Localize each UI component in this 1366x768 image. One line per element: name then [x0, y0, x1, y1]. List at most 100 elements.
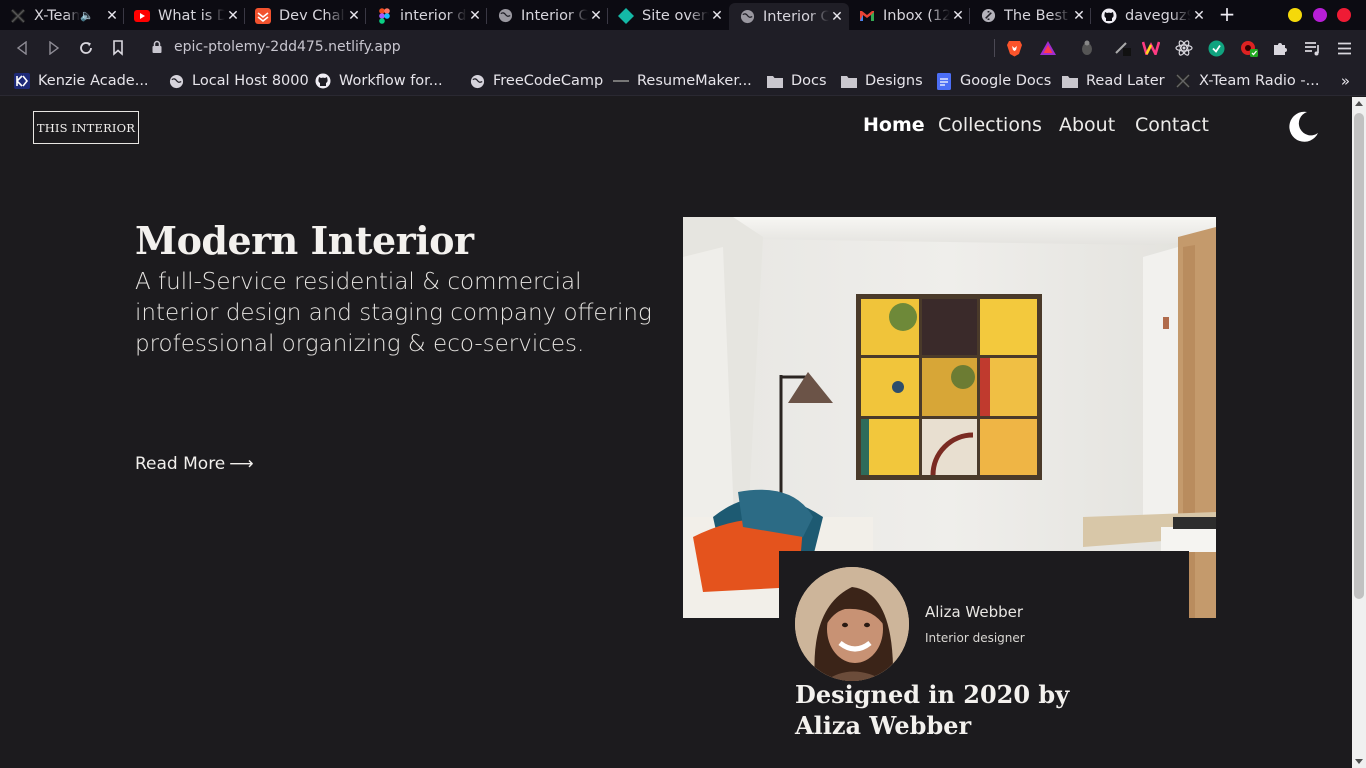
figma-icon [376, 7, 392, 24]
bookmark-label: Workflow for... [339, 73, 443, 89]
menu-icon[interactable] [1335, 39, 1353, 57]
address-bar[interactable]: epic-ptolemy-2dd475.netlify.app [150, 39, 401, 55]
close-icon[interactable]: ✕ [467, 8, 483, 24]
google-docs-icon [936, 72, 952, 90]
folder-icon [841, 73, 857, 89]
window-maximize-button[interactable] [1313, 8, 1327, 22]
folder-icon [1062, 73, 1078, 89]
bookmark-label: Docs [791, 73, 827, 89]
close-icon[interactable]: ✕ [950, 8, 966, 24]
github-icon [315, 73, 331, 89]
browser-tab[interactable]: Site overv ✕ [608, 3, 729, 28]
globe-icon [497, 8, 513, 24]
window-close-button[interactable] [1337, 8, 1351, 22]
tab-title: Interior C [763, 8, 829, 25]
back-button[interactable] [12, 38, 32, 58]
extension-icon[interactable] [1240, 39, 1258, 57]
kenzie-icon [14, 73, 30, 89]
react-devtools-icon[interactable] [1175, 39, 1193, 57]
netlify-icon [618, 7, 634, 24]
extension-icon[interactable] [1207, 39, 1225, 57]
designer-role: Interior designer [925, 631, 1025, 645]
gmail-icon [859, 8, 875, 24]
bookmark-folder[interactable]: Designs [841, 72, 923, 90]
tab-title: Dev Chall [279, 7, 346, 24]
extension-icon[interactable] [1078, 39, 1096, 57]
page-scrollbar[interactable] [1352, 97, 1366, 768]
close-icon[interactable]: ✕ [104, 8, 120, 24]
window-minimize-button[interactable] [1288, 8, 1302, 22]
brave-rewards-icon[interactable] [1039, 39, 1057, 57]
bookmark-label: Read Later [1086, 73, 1165, 89]
browser-tab[interactable]: The Best ✕ [970, 3, 1091, 28]
design-caption: Designed in 2020 by Aliza Webber [795, 680, 1070, 740]
resume-icon [613, 73, 629, 89]
moon-icon[interactable] [1285, 109, 1321, 145]
bookmark-label: Local Host 8000 [192, 73, 309, 89]
browser-tab[interactable]: Dev Chall ✕ [245, 3, 366, 28]
nav-contact[interactable]: Contact [1135, 114, 1209, 136]
hero-title: Modern Interior [135, 218, 474, 263]
browser-tab[interactable]: X-Team 🔈 ✕ [0, 3, 124, 28]
browser-tab[interactable]: What is D ✕ [124, 3, 245, 28]
tab-title: Inbox (12 [883, 7, 950, 24]
read-more-link[interactable]: Read More ⟶ [135, 454, 254, 474]
youtube-icon [134, 8, 150, 24]
extension-icon[interactable] [1114, 39, 1132, 57]
designer-avatar [795, 567, 909, 681]
read-more-label: Read More [135, 454, 226, 474]
more-bookmarks-icon[interactable]: » [1341, 72, 1350, 90]
bookmark-item[interactable]: ResumeMaker... [613, 72, 752, 90]
new-tab-button[interactable]: + [1216, 3, 1238, 27]
nav-about[interactable]: About [1059, 114, 1115, 136]
browser-toolbar: epic-ptolemy-2dd475.netlify.app [0, 30, 1366, 66]
tab-title: The Best [1004, 7, 1068, 24]
close-icon[interactable]: ✕ [709, 8, 725, 24]
brave-shields-icon[interactable] [1005, 39, 1023, 57]
nav-home[interactable]: Home [863, 114, 925, 136]
media-playlist-icon[interactable] [1303, 39, 1321, 57]
arrow-right-icon: ⟶ [229, 454, 254, 474]
bookmark-label: Google Docs [960, 73, 1052, 89]
nav-collections[interactable]: Collections [938, 114, 1042, 136]
bookmark-item[interactable]: Kenzie Acade... [14, 72, 149, 90]
bookmark-icon[interactable] [108, 38, 128, 58]
close-icon[interactable]: ✕ [829, 9, 845, 25]
audio-icon[interactable]: 🔈 [80, 9, 94, 22]
bookmark-label: FreeCodeCamp [493, 73, 604, 89]
devchallenges-icon [255, 7, 271, 24]
forward-button[interactable] [44, 38, 64, 58]
bookmark-folder[interactable]: Read Later [1062, 72, 1165, 90]
close-icon[interactable]: ✕ [225, 8, 241, 24]
close-icon[interactable]: ✕ [346, 8, 362, 24]
close-icon[interactable]: ✕ [588, 8, 604, 24]
bookmark-item[interactable]: Local Host 8000 [168, 72, 309, 90]
scroll-up-icon[interactable] [1355, 101, 1363, 106]
tab-title: Site overv [642, 7, 709, 24]
bookmark-item[interactable]: FreeCodeCamp [469, 72, 603, 90]
bookmark-item[interactable]: Google Docs [936, 72, 1051, 90]
designer-card: Aliza Webber Interior designer Designed … [779, 551, 1189, 768]
site-logo[interactable]: THIS INTERIOR [33, 111, 139, 144]
browser-tab-strip: X-Team 🔈 ✕ What is D ✕ Dev Chall ✕ inter… [0, 0, 1366, 30]
reload-icon[interactable] [76, 38, 96, 58]
url-text: epic-ptolemy-2dd475.netlify.app [174, 39, 401, 55]
scroll-down-icon[interactable] [1355, 759, 1363, 764]
bookmark-item[interactable]: X-Team Radio -... [1175, 72, 1319, 90]
browser-tab[interactable]: interior d ✕ [366, 3, 487, 28]
bookmark-item[interactable]: Workflow for... [315, 72, 443, 90]
bookmark-folder[interactable]: Docs [767, 72, 827, 90]
extensions-puzzle-icon[interactable] [1271, 39, 1289, 57]
hero-subtitle: A full-Service residential & commercial … [135, 269, 652, 357]
close-icon[interactable]: ✕ [1191, 8, 1207, 24]
browser-tab[interactable]: daveguz9 ✕ [1091, 3, 1211, 28]
scrollbar-thumb[interactable] [1354, 113, 1364, 599]
tab-title: Interior C [521, 7, 588, 24]
close-icon[interactable]: ✕ [1071, 8, 1087, 24]
tab-title: interior d [400, 7, 467, 24]
browser-tab[interactable]: Inbox (12 ✕ [849, 3, 970, 28]
extension-icon[interactable] [1142, 39, 1160, 57]
designer-name: Aliza Webber [925, 603, 1024, 621]
browser-tab-active[interactable]: Interior C ✕ [729, 3, 849, 30]
browser-tab[interactable]: Interior C ✕ [487, 3, 608, 28]
